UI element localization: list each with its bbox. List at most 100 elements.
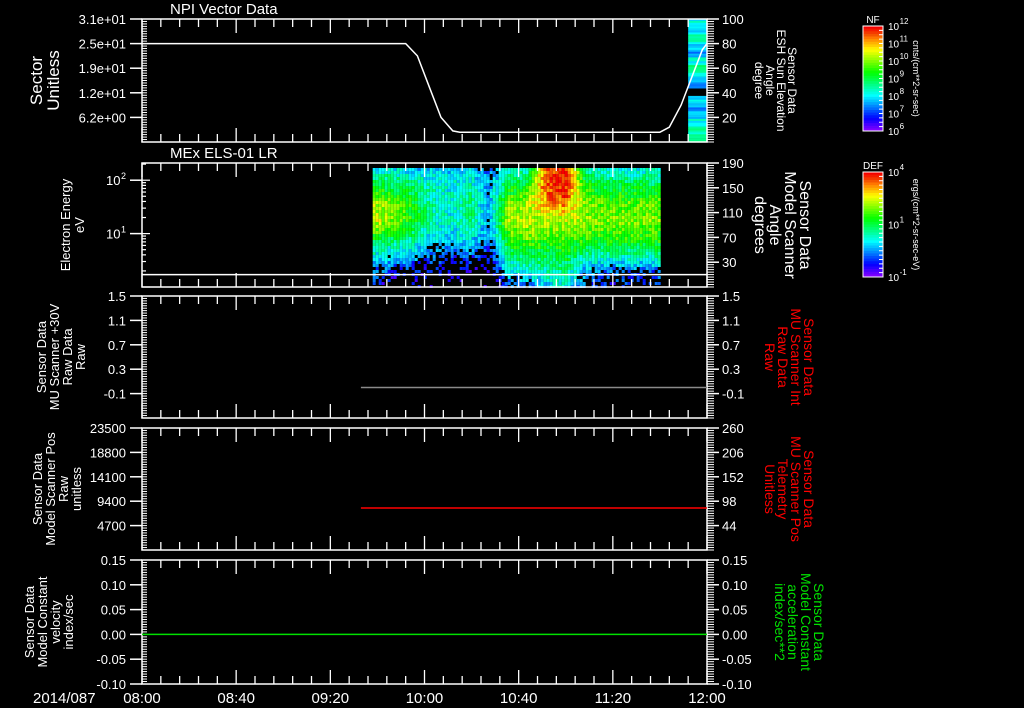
- spectrogram-cell: [477, 237, 481, 240]
- spectrogram-cell: [576, 186, 580, 189]
- spectrogram-cell: [387, 222, 391, 225]
- spectrogram-cell: [600, 240, 604, 243]
- spectrogram-cell: [459, 225, 463, 228]
- spectrogram-cell: [435, 189, 439, 192]
- spectrogram-cell: [651, 198, 655, 201]
- spectrogram-cell: [657, 207, 661, 210]
- spectrogram-cell: [531, 246, 535, 249]
- spectrogram-cell: [417, 192, 421, 195]
- spectrogram-cell: [447, 237, 451, 240]
- spectrogram-cell: [423, 183, 427, 186]
- spectrogram-cell: [576, 189, 580, 192]
- spectrogram-cell: [399, 240, 403, 243]
- spectrogram-cell: [594, 216, 598, 219]
- spectrogram-cell: [429, 234, 433, 237]
- spectrogram-cell: [453, 192, 457, 195]
- spectrogram-cell: [612, 192, 616, 195]
- spectrogram-cell: [378, 198, 382, 201]
- spectrogram-cell: [525, 246, 529, 249]
- spectrogram-cell: [552, 186, 556, 189]
- spectrogram-cell: [642, 237, 646, 240]
- spectrogram-cell: [492, 240, 496, 243]
- spectrogram-cell: [372, 240, 376, 243]
- y-right-label: Unitless: [762, 464, 778, 514]
- spectrogram-cell: [423, 222, 427, 225]
- spectrogram-cell: [417, 183, 421, 186]
- time-tick-label: 08:00: [123, 690, 161, 707]
- spectrogram-cell: [426, 252, 430, 255]
- spectrogram-cell: [489, 234, 493, 237]
- spectrogram-cell: [558, 261, 562, 264]
- y-right-label: Raw: [762, 343, 778, 372]
- spectrogram-cell: [501, 219, 505, 222]
- spectrogram-cell: [483, 249, 487, 252]
- spectrogram-cell: [531, 168, 535, 171]
- spectrogram-cell: [414, 216, 418, 219]
- spectrogram-cell: [444, 168, 448, 171]
- spectrogram-cell: [420, 174, 424, 177]
- spectrogram-cell: [510, 237, 514, 240]
- spectrogram-cell: [570, 270, 574, 273]
- spectrogram-cell: [618, 249, 622, 252]
- spectrogram-cell: [441, 228, 445, 231]
- spectrogram-cell: [441, 171, 445, 174]
- spectrogram-cell: [417, 270, 421, 273]
- spectrogram-cell: [519, 252, 523, 255]
- spectrogram-cell: [558, 183, 562, 186]
- spectrogram-cell: [498, 195, 502, 198]
- spectrogram-cell: [375, 216, 379, 219]
- spectrogram-cell: [606, 168, 610, 171]
- spectrogram-cell: [522, 189, 526, 192]
- spectrogram-cell: [582, 180, 586, 183]
- spectrogram-cell: [501, 210, 505, 213]
- spectrogram-cell: [486, 249, 490, 252]
- spectrogram-cell: [552, 168, 556, 171]
- spectrogram-cell: [627, 219, 631, 222]
- spectrogram-cell: [549, 261, 553, 264]
- spectrogram-cell: [495, 174, 499, 177]
- spectrogram-cell: [477, 204, 481, 207]
- spectrogram-cell: [588, 240, 592, 243]
- spectrogram-cell: [546, 201, 550, 204]
- spectrogram-cell: [519, 210, 523, 213]
- spectrogram-cell: [381, 186, 385, 189]
- spectrogram-cell: [396, 192, 400, 195]
- spectrogram-cell: [465, 198, 469, 201]
- spectrogram-cell: [474, 237, 478, 240]
- spectrogram-cell: [549, 225, 553, 228]
- spectrogram-cell: [567, 210, 571, 213]
- spectrogram-cell: [519, 264, 523, 267]
- spectrogram-cell: [525, 255, 529, 258]
- spectrogram-cell: [423, 186, 427, 189]
- spectrogram-cell: [534, 270, 538, 273]
- spectrogram-cell: [414, 279, 418, 282]
- spectrogram-cell: [594, 177, 598, 180]
- spectrogram-cell: [630, 174, 634, 177]
- spectrogram-cell: [531, 171, 535, 174]
- spectrogram-cell: [633, 201, 637, 204]
- spectrogram-cell: [432, 204, 436, 207]
- spectrogram-cell: [402, 261, 406, 264]
- spectrogram-cell: [546, 234, 550, 237]
- spectrogram-cell: [594, 222, 598, 225]
- spectrogram-cell: [540, 201, 544, 204]
- spectrogram-cell: [567, 219, 571, 222]
- spectrogram-cell: [591, 276, 595, 279]
- spectrogram-cell: [543, 177, 547, 180]
- spectrogram-cell: [435, 168, 439, 171]
- spectrogram-cell: [612, 201, 616, 204]
- spectrogram-cell: [657, 237, 661, 240]
- spectrogram-cell: [639, 231, 643, 234]
- spectrogram-cell: [372, 204, 376, 207]
- spectrogram-cell: [630, 258, 634, 261]
- spectrogram-cell: [402, 180, 406, 183]
- spectrogram-cell: [567, 192, 571, 195]
- spectrogram-cell: [531, 240, 535, 243]
- spectrogram-cell: [417, 168, 421, 171]
- spectrogram-cell: [378, 258, 382, 261]
- spectrogram-cell: [456, 237, 460, 240]
- spectrogram-cell: [576, 174, 580, 177]
- spectrogram-cell: [474, 219, 478, 222]
- spectrogram-cell: [528, 195, 532, 198]
- spectrogram-cell: [396, 171, 400, 174]
